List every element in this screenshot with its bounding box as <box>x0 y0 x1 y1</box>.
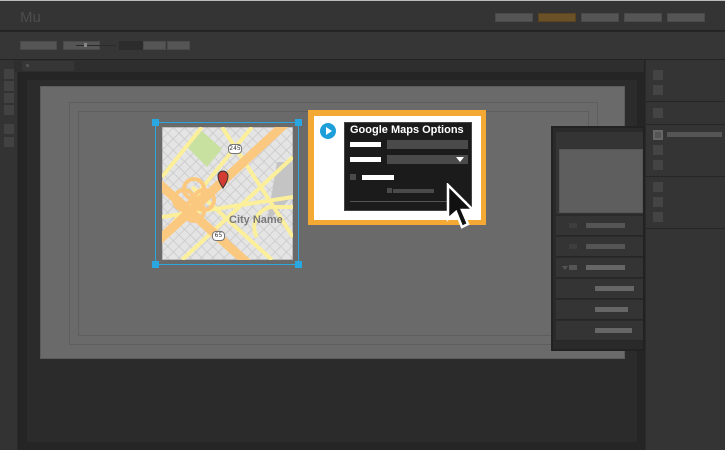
layer-row[interactable] <box>556 237 643 257</box>
app-title-bar: Mu <box>0 0 725 30</box>
options-panel-title: Google Maps Options <box>350 124 464 136</box>
map-city-label: City Name <box>229 214 283 226</box>
layer-row[interactable] <box>556 321 643 341</box>
panel-button[interactable] <box>653 85 663 95</box>
zoom-slider-handle[interactable] <box>84 43 87 47</box>
resize-handle-bl[interactable] <box>152 261 159 268</box>
toolbar-button-1[interactable] <box>20 41 57 50</box>
tool-rectangle[interactable] <box>4 105 14 115</box>
option-slider-handle[interactable] <box>387 188 392 193</box>
option-checkbox[interactable] <box>350 174 356 180</box>
document-tab-bar <box>14 60 644 72</box>
resize-handle-tr[interactable] <box>295 119 302 126</box>
control-toolbar <box>0 31 725 59</box>
option-input-1[interactable] <box>387 140 468 149</box>
option-label-1 <box>350 142 381 147</box>
tool-text[interactable] <box>4 93 14 103</box>
panel-button[interactable] <box>653 70 663 80</box>
workspace-button-4[interactable] <box>624 13 662 22</box>
tools-panel <box>0 60 18 450</box>
folder-icon <box>569 265 577 270</box>
panel-section-3 <box>646 126 725 177</box>
route-shield-65: 65 <box>212 231 225 241</box>
floating-layers-panel <box>551 126 645 351</box>
toolbar-button-3[interactable] <box>143 41 166 50</box>
toolbar-button-4[interactable] <box>167 41 190 50</box>
tool-selection[interactable] <box>4 69 14 79</box>
workspace-button-1[interactable] <box>495 13 533 22</box>
preview-thumbnail <box>559 149 643 213</box>
preview-frame <box>556 146 643 214</box>
resize-handle-br[interactable] <box>295 261 302 268</box>
route-shield-245: 245 <box>228 144 242 154</box>
panel-button[interactable] <box>653 182 663 192</box>
workspace-button-3[interactable] <box>581 13 619 22</box>
panel-button[interactable] <box>653 145 663 155</box>
workspace-button-5[interactable] <box>667 13 705 22</box>
panel-button[interactable] <box>653 212 663 222</box>
document-tab[interactable] <box>22 61 74 71</box>
layer-row-expanded[interactable] <box>556 258 643 278</box>
workspace-button-active[interactable] <box>538 13 576 22</box>
tool-crop[interactable] <box>4 81 14 91</box>
panel-item-label-bar <box>667 132 722 137</box>
expand-arrow-icon <box>562 266 568 270</box>
tool-fill[interactable] <box>4 124 14 134</box>
chevron-down-icon <box>456 157 464 162</box>
tab-close-icon[interactable] <box>26 64 29 67</box>
panel-button[interactable] <box>653 160 663 170</box>
mouse-cursor-icon <box>446 183 476 229</box>
map-widget-selection[interactable]: 245 65 City Name <box>152 119 302 268</box>
panel-button[interactable] <box>653 197 663 207</box>
folder-icon <box>569 244 577 249</box>
app-logo: Mu <box>20 9 41 26</box>
resize-handle-tl[interactable] <box>152 119 159 126</box>
zoom-slider-track[interactable] <box>76 45 116 46</box>
layer-row[interactable] <box>556 300 643 320</box>
right-panels <box>645 60 725 450</box>
layer-row[interactable] <box>556 216 643 236</box>
option-dropdown[interactable] <box>387 155 468 164</box>
play-icon[interactable] <box>320 123 336 139</box>
folder-icon <box>569 223 577 228</box>
panel-button[interactable] <box>653 108 663 118</box>
panel-section-2 <box>646 103 725 125</box>
option-slider-track[interactable] <box>393 189 434 193</box>
panel-section-1 <box>646 66 725 102</box>
floating-panel-header[interactable] <box>556 132 643 146</box>
tool-stroke[interactable] <box>4 137 14 147</box>
layer-row[interactable] <box>556 279 643 299</box>
option-checkbox-label <box>362 175 394 180</box>
panel-button-active[interactable] <box>653 130 663 140</box>
panel-section-4 <box>646 178 725 229</box>
option-label-2 <box>350 157 381 162</box>
